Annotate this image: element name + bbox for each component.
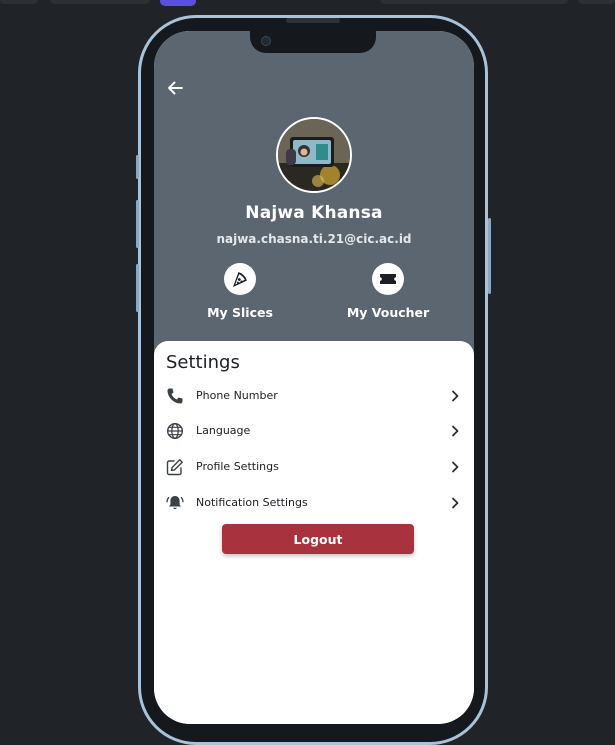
- phone-side-button: [136, 200, 139, 248]
- avatar: [276, 117, 352, 193]
- globe-icon: [166, 422, 184, 440]
- phone-speaker: [286, 18, 340, 23]
- profile-name: Najwa Khansa: [245, 203, 383, 223]
- settings-panel: Settings Phone Number Language Profile S…: [154, 341, 474, 724]
- back-button[interactable]: [164, 77, 186, 99]
- phone-notch: [250, 31, 376, 53]
- settings-title: Settings: [166, 352, 240, 373]
- phone-side-button: [488, 218, 491, 294]
- editor-tab: [380, 0, 568, 4]
- phone-icon: [167, 388, 183, 404]
- my-voucher-icon-circle: [372, 263, 404, 295]
- editor-tab: [50, 0, 150, 4]
- pizza-icon: [233, 272, 247, 287]
- phone-screen: Najwa Khansa najwa.chasna.ti.21@cic.ac.i…: [154, 31, 474, 724]
- chevron-right-icon: [452, 390, 459, 402]
- chevron-right-icon: [452, 425, 459, 437]
- settings-item-label: Language: [196, 424, 251, 437]
- profile-email: najwa.chasna.ti.21@cic.ac.id: [216, 232, 412, 246]
- my-voucher-button[interactable]: My Voucher: [338, 263, 438, 320]
- settings-item-notification-settings[interactable]: Notification Settings: [166, 490, 462, 518]
- editor-accent-tab: [160, 0, 196, 6]
- settings-item-label: Phone Number: [196, 389, 278, 402]
- editor-tab: [578, 0, 615, 4]
- ticket-icon: [380, 274, 396, 284]
- my-slices-icon-circle: [224, 263, 256, 295]
- logout-button[interactable]: Logout: [222, 524, 414, 554]
- phone-side-button: [136, 264, 139, 312]
- bell-icon: [166, 496, 184, 510]
- settings-item-language[interactable]: Language: [166, 418, 462, 446]
- settings-item-profile-settings[interactable]: Profile Settings: [166, 454, 462, 482]
- settings-item-phone-number[interactable]: Phone Number: [166, 383, 462, 411]
- settings-item-label: Notification Settings: [196, 496, 308, 509]
- profile-header: Najwa Khansa najwa.chasna.ti.21@cic.ac.i…: [154, 31, 474, 361]
- chevron-right-icon: [452, 497, 459, 509]
- my-voucher-label: My Voucher: [346, 305, 430, 320]
- edit-icon: [166, 459, 183, 476]
- my-slices-label: My Slices: [207, 305, 273, 320]
- arrow-left-icon: [168, 81, 183, 95]
- editor-tab: [0, 0, 38, 4]
- chevron-right-icon: [452, 461, 459, 473]
- settings-item-label: Profile Settings: [196, 460, 279, 473]
- avatar-photo: [278, 119, 350, 191]
- camera-icon: [261, 36, 271, 46]
- my-slices-button[interactable]: My Slices: [190, 263, 290, 320]
- phone-side-button: [136, 155, 139, 179]
